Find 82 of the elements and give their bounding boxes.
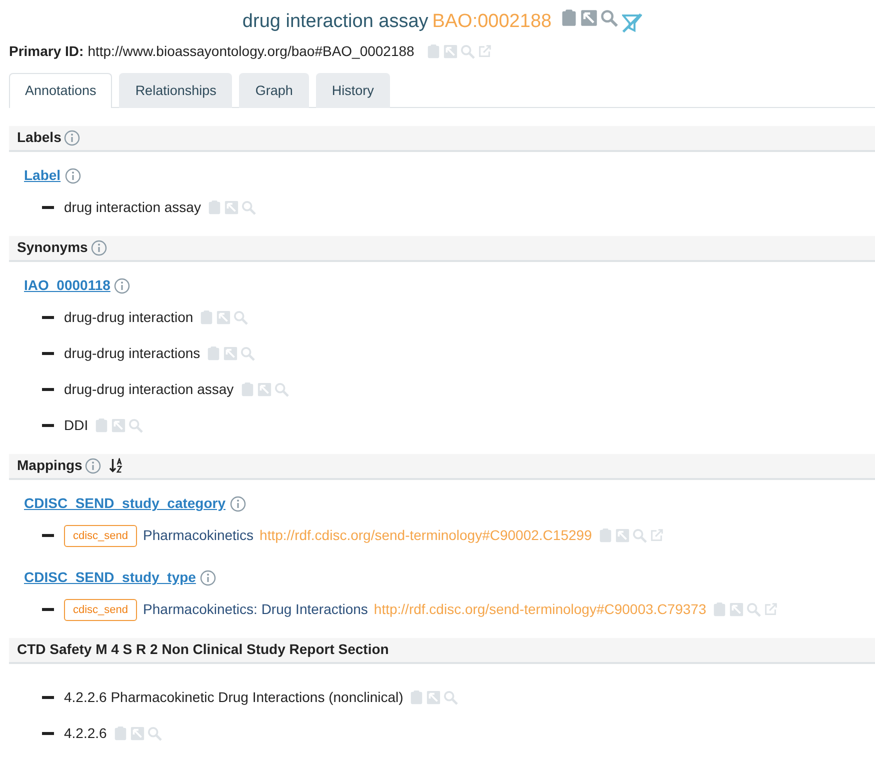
source-tag: cdisc_send bbox=[64, 598, 138, 621]
search-icon[interactable] bbox=[443, 690, 458, 706]
clipboard-icon[interactable] bbox=[712, 602, 728, 618]
search-icon[interactable] bbox=[240, 346, 256, 362]
sort-icon[interactable] bbox=[109, 458, 124, 474]
info-icon[interactable] bbox=[90, 240, 107, 256]
info-icon[interactable] bbox=[64, 130, 80, 146]
clipboard-icon[interactable] bbox=[426, 44, 442, 58]
arrow-icon[interactable] bbox=[130, 726, 145, 742]
arrow-icon[interactable] bbox=[729, 602, 744, 618]
arrow-icon[interactable] bbox=[223, 346, 238, 362]
value-text: Pharmacokinetics bbox=[143, 526, 254, 546]
search-icon[interactable] bbox=[146, 726, 162, 742]
tab[interactable]: History bbox=[316, 72, 390, 108]
arrow-icon[interactable] bbox=[614, 528, 630, 544]
term-id: BAO:0002188 bbox=[432, 11, 552, 32]
primary-id-value: http://www.bioassayontology.org/bao#BAO_0002188 bbox=[88, 42, 414, 61]
info-icon[interactable] bbox=[200, 570, 216, 586]
arrow-icon[interactable] bbox=[216, 310, 232, 326]
clipboard-icon[interactable] bbox=[240, 382, 255, 398]
value-text: DDI bbox=[64, 416, 88, 436]
section-title: CTD Safety M 4 S R 2 Non Clinical Study Report Section bbox=[17, 640, 389, 660]
arrow-icon[interactable] bbox=[256, 382, 272, 398]
section-title: Synonyms bbox=[17, 238, 88, 258]
value-text: drug-drug interaction assay bbox=[64, 380, 234, 400]
tab[interactable]: Graph bbox=[239, 72, 309, 108]
clipboard-icon[interactable] bbox=[206, 200, 222, 216]
bullet-dash bbox=[42, 732, 54, 736]
search-icon[interactable] bbox=[600, 9, 618, 27]
search-icon[interactable] bbox=[746, 602, 762, 618]
search-icon[interactable] bbox=[460, 44, 476, 58]
external-link-icon[interactable] bbox=[763, 602, 778, 618]
bullet-dash bbox=[42, 696, 54, 700]
page-title: drug interaction assay bbox=[242, 11, 428, 32]
property-link[interactable]: Label bbox=[24, 165, 61, 186]
primary-id-label: Primary ID: bbox=[9, 42, 84, 61]
clipboard-icon[interactable] bbox=[560, 9, 578, 27]
mapping-url: http://rdf.cdisc.org/send-terminology#C90003.C79373 bbox=[374, 600, 706, 620]
external-link-icon[interactable] bbox=[648, 528, 664, 544]
section-title: Mappings bbox=[17, 456, 82, 476]
search-icon[interactable] bbox=[632, 528, 647, 544]
property-link[interactable]: IAO_0000118 bbox=[24, 275, 110, 296]
clipboard-icon[interactable] bbox=[94, 418, 110, 434]
arrow-icon[interactable] bbox=[426, 690, 442, 706]
value-text: drug-drug interaction bbox=[64, 308, 194, 328]
value-text: 4.2.2.6 Pharmacokinetic Drug Interactions (nonclinical) bbox=[64, 688, 404, 708]
clipboard-icon[interactable] bbox=[206, 346, 222, 362]
property-link[interactable]: CDISC_SEND_study_type bbox=[24, 567, 196, 588]
bullet-dash bbox=[42, 608, 54, 612]
bullet-dash bbox=[42, 424, 54, 428]
filter-off-icon[interactable] bbox=[622, 13, 642, 34]
value-text: 4.2.2.6 bbox=[64, 724, 107, 744]
info-icon[interactable] bbox=[85, 458, 102, 474]
value-text: drug-drug interactions bbox=[64, 344, 200, 364]
clipboard-icon[interactable] bbox=[598, 528, 613, 544]
arrow-icon[interactable] bbox=[224, 200, 239, 216]
tab[interactable]: Relationships bbox=[119, 72, 232, 108]
info-icon[interactable] bbox=[64, 168, 81, 184]
search-icon[interactable] bbox=[274, 382, 289, 398]
arrow-icon[interactable] bbox=[111, 418, 126, 434]
search-icon[interactable] bbox=[128, 418, 144, 434]
arrow-icon[interactable] bbox=[443, 44, 458, 58]
value-text: drug interaction assay bbox=[64, 198, 201, 218]
mapping-url: http://rdf.cdisc.org/send-terminology#C90002.C15299 bbox=[260, 526, 592, 546]
property-link[interactable]: CDISC_SEND_study_category bbox=[24, 493, 226, 514]
external-link-icon[interactable] bbox=[477, 44, 492, 58]
search-icon[interactable] bbox=[233, 310, 248, 326]
bullet-dash bbox=[42, 388, 54, 392]
clipboard-icon[interactable] bbox=[199, 310, 214, 326]
info-icon[interactable] bbox=[230, 496, 246, 512]
info-icon[interactable] bbox=[114, 278, 130, 294]
tab[interactable]: Annotations bbox=[9, 72, 112, 108]
bullet-dash bbox=[42, 352, 54, 356]
search-icon[interactable] bbox=[240, 200, 256, 216]
bullet-dash bbox=[42, 316, 54, 320]
section-title: Labels bbox=[17, 128, 62, 148]
value-text: Pharmacokinetics: Drug Interactions bbox=[143, 600, 368, 620]
clipboard-icon[interactable] bbox=[112, 726, 128, 742]
bullet-dash bbox=[42, 206, 54, 210]
clipboard-icon[interactable] bbox=[409, 690, 424, 706]
source-tag: cdisc_send bbox=[64, 524, 138, 547]
bullet-dash bbox=[42, 534, 54, 538]
